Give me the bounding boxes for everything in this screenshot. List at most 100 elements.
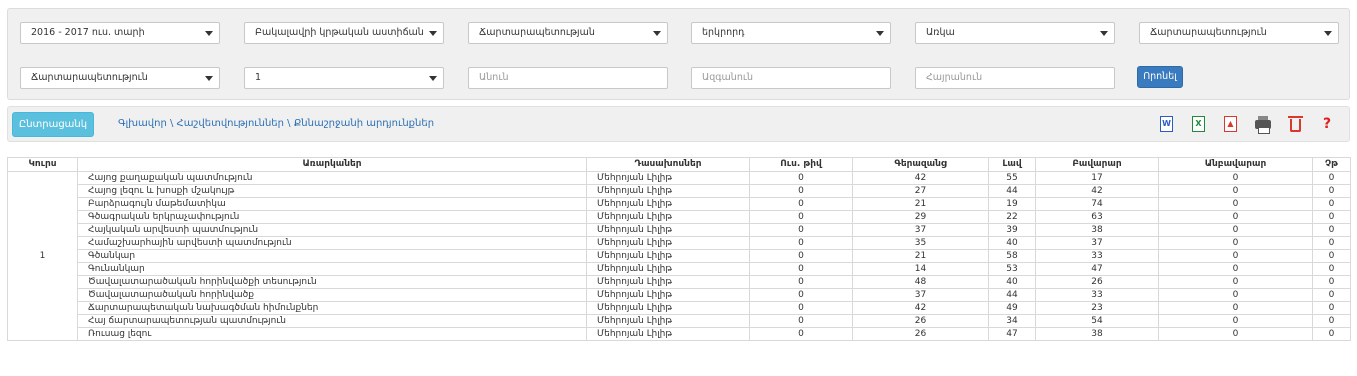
table-header: Կուրս Առարկաներ Դասախոսներ Ուս. թիվ Գերա… (7, 157, 1351, 172)
lecturer-cell: Մեհրոյան Լիլիթ (586, 327, 750, 341)
students-cell: 0 (749, 223, 853, 237)
satisfactory-cell: 26 (1035, 275, 1159, 289)
table-row: Ծավալատարածական հորինվածքի տեսություն Մեհ… (8, 275, 1351, 289)
unsatisfactory-cell: 0 (1158, 327, 1313, 341)
profession-select[interactable]: Ճարտարապետություն (20, 67, 220, 89)
excellent-cell: 26 (852, 327, 989, 341)
satisfactory-cell: 23 (1035, 301, 1159, 315)
specialty-select[interactable]: Ճարտարապետություն (1139, 22, 1339, 44)
col-students: Ուս. թիվ (749, 157, 853, 172)
lecturer-cell: Մեհրոյան Լիլիթ (586, 223, 750, 237)
excellent-cell: 37 (852, 288, 989, 302)
col-unsatisfactory: Անբավարար (1158, 157, 1313, 172)
excellent-cell: 35 (852, 236, 989, 250)
not-admitted-cell: 0 (1312, 210, 1351, 224)
degree-select[interactable]: Բակալավրի կրթական աստիճան (244, 22, 444, 44)
subject-cell: Համաշխարհային արվեստի պատմություն (77, 236, 587, 250)
unsatisfactory-cell: 0 (1158, 262, 1313, 276)
excel-icon[interactable]: X (1191, 116, 1207, 133)
good-cell: 47 (988, 327, 1036, 341)
excellent-cell: 48 (852, 275, 989, 289)
excellent-cell: 42 (852, 171, 989, 185)
table-row: Գունանկար Մեհրոյան Լիլիթ 0 14 53 47 0 0 (8, 262, 1351, 276)
students-cell: 0 (749, 288, 853, 302)
subject-cell: Հայոց քաղաքական պատմություն (77, 171, 587, 185)
students-cell: 0 (749, 197, 853, 211)
course-select[interactable]: 1 (244, 67, 444, 89)
patronymic-input[interactable]: Հայրանուն (915, 67, 1115, 89)
satisfactory-cell: 33 (1035, 249, 1159, 263)
print-icon[interactable] (1255, 116, 1271, 134)
not-admitted-cell: 0 (1312, 171, 1351, 185)
unsatisfactory-cell: 0 (1158, 301, 1313, 315)
lecturer-cell: Մեհրոյան Լիլիթ (586, 314, 750, 328)
subject-cell: Հայոց լեզու և խոսքի մշակույթ (77, 184, 587, 198)
year-select[interactable]: 2016 - 2017 ուս. տարի (20, 22, 220, 44)
table-row: Հայոց լեզու և խոսքի մշակույթ Մեհրոյան Լիլ… (8, 184, 1351, 198)
good-cell: 53 (988, 262, 1036, 276)
lecturer-cell: Մեհրոյան Լիլիթ (586, 171, 750, 185)
unsatisfactory-cell: 0 (1158, 249, 1313, 263)
unsatisfactory-cell: 0 (1158, 197, 1313, 211)
first-name-input[interactable]: Անուն (468, 67, 668, 89)
satisfactory-cell: 42 (1035, 184, 1159, 198)
unsatisfactory-cell: 0 (1158, 314, 1313, 328)
unsatisfactory-cell: 0 (1158, 210, 1313, 224)
good-cell: 44 (988, 184, 1036, 198)
good-cell: 19 (988, 197, 1036, 211)
breadcrumb[interactable]: Գլխավոր \ Հաշվետվություններ \ Քննաշրջանի… (118, 118, 434, 129)
search-button[interactable]: Որոնել (1137, 66, 1183, 88)
satisfactory-cell: 38 (1035, 327, 1159, 341)
pdf-icon[interactable]: ▲ (1223, 116, 1239, 133)
subject-cell: Հայկական արվեստի պատմություն (77, 223, 587, 237)
last-name-input[interactable]: Ազգանուն (691, 67, 891, 89)
students-cell: 0 (749, 275, 853, 289)
course-cell: 1 (7, 171, 78, 341)
excellent-cell: 29 (852, 210, 989, 224)
faculty-select[interactable]: Ճարտարապետության (468, 22, 668, 44)
good-cell: 34 (988, 314, 1036, 328)
not-admitted-cell: 0 (1312, 275, 1351, 289)
good-cell: 55 (988, 171, 1036, 185)
help-icon[interactable]: ? (1319, 116, 1335, 133)
col-satisfactory: Բավարար (1035, 157, 1159, 172)
students-cell: 0 (749, 314, 853, 328)
subject-cell: Գծանկար (77, 249, 587, 263)
word-icon[interactable]: W (1159, 116, 1175, 133)
col-lecturers: Դասախոսներ (586, 157, 750, 172)
satisfactory-cell: 38 (1035, 223, 1159, 237)
not-admitted-cell: 0 (1312, 249, 1351, 263)
not-admitted-cell: 0 (1312, 223, 1351, 237)
results-table: Կուրս Առարկաներ Դասախոսներ Ուս. թիվ Գերա… (7, 157, 1351, 341)
good-cell: 39 (988, 223, 1036, 237)
lecturer-cell: Մեհրոյան Լիլիթ (586, 249, 750, 263)
trash-icon[interactable] (1287, 116, 1303, 133)
semester-select[interactable]: երկրորդ (691, 22, 891, 44)
table-row: Հայ ճարտարապետության պատմություն Մեհրոյան… (8, 314, 1351, 328)
col-excellent: Գերազանց (852, 157, 989, 172)
subject-cell: Գծագրական երկրաչափություն (77, 210, 587, 224)
lecturer-cell: Մեհրոյան Լիլիթ (586, 184, 750, 198)
table-row: 1 Հայոց քաղաքական պատմություն Մեհրոյան Լիլ… (7, 171, 1351, 341)
students-cell: 0 (749, 249, 853, 263)
subject-cell: Ճարտարապետական նախագծման հիմունքներ (77, 301, 587, 315)
study-form-select[interactable]: Առկա (915, 22, 1115, 44)
students-cell: 0 (749, 184, 853, 198)
col-not-admitted: Չթ (1312, 157, 1351, 172)
good-cell: 40 (988, 275, 1036, 289)
table-row: Հայկական արվեստի պատմություն Մեհրոյան Լիլ… (8, 223, 1351, 237)
table-row: Ռուսաց լեզու Մեհրոյան Լիլիթ 0 26 47 38 0 0 (8, 327, 1351, 341)
lecturer-cell: Մեհրոյան Լիլիթ (586, 288, 750, 302)
students-cell: 0 (749, 301, 853, 315)
lecturer-cell: Մեհրոյան Լիլիթ (586, 210, 750, 224)
not-admitted-cell: 0 (1312, 184, 1351, 198)
excellent-cell: 21 (852, 197, 989, 211)
subject-cell: Հայ ճարտարապետության պատմություն (77, 314, 587, 328)
good-cell: 44 (988, 288, 1036, 302)
not-admitted-cell: 0 (1312, 327, 1351, 341)
unsatisfactory-cell: 0 (1158, 275, 1313, 289)
unsatisfactory-cell: 0 (1158, 184, 1313, 198)
menu-button[interactable]: Ընտրացանկ (12, 112, 94, 137)
toolbar: Ընտրացանկ Գլխավոր \ Հաշվետվություններ \ … (7, 106, 1350, 142)
good-cell: 22 (988, 210, 1036, 224)
